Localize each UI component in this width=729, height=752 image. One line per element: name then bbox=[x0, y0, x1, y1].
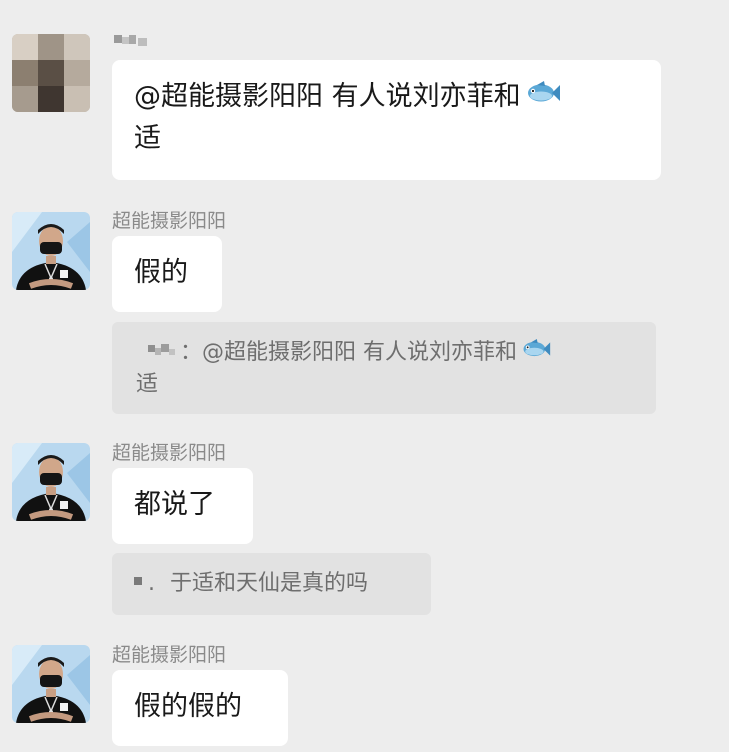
avatar-user[interactable] bbox=[12, 212, 90, 290]
message-bubble[interactable]: 假的 bbox=[112, 236, 222, 312]
avatar-user[interactable] bbox=[12, 443, 90, 521]
message-text: 假的 bbox=[134, 257, 188, 288]
sender-name: 超能摄影阳阳 bbox=[112, 210, 227, 232]
avatar-blurred[interactable] bbox=[12, 34, 90, 112]
quoted-message[interactable]: ：@超能摄影阳阳 有人说刘亦菲和 适 bbox=[112, 322, 656, 414]
quote-separator: ： bbox=[180, 340, 203, 365]
sender-name-blurred bbox=[112, 32, 152, 55]
sender-name: 超能摄影阳阳 bbox=[112, 442, 227, 464]
quote-text-line1: @超能摄影阳阳 有人说刘亦菲和 bbox=[202, 340, 518, 365]
message-text-line1: @超能摄影阳阳 有人说刘亦菲和 bbox=[134, 81, 521, 112]
message-bubble[interactable]: @超能摄影阳阳 有人说刘亦菲和 适 bbox=[112, 60, 661, 180]
blurred-name-icon bbox=[136, 338, 180, 369]
sender-name: 超能摄影阳阳 bbox=[112, 644, 227, 666]
fish-emoji-icon bbox=[525, 77, 561, 118]
quote-separator: . bbox=[148, 571, 155, 596]
avatar-user[interactable] bbox=[12, 645, 90, 723]
message-bubble[interactable]: 都说了 bbox=[112, 468, 253, 544]
quote-text: 于适和天仙是真的吗 bbox=[170, 571, 369, 596]
blurred-name-icon bbox=[112, 32, 152, 55]
message-text-line2: 适 bbox=[134, 123, 161, 154]
message-bubble[interactable]: 假的假的 bbox=[112, 670, 288, 746]
quoted-message[interactable]: . 于适和天仙是真的吗 bbox=[112, 553, 431, 615]
message-text: 假的假的 bbox=[134, 691, 242, 722]
blurred-name-icon bbox=[128, 569, 148, 600]
message-text: 都说了 bbox=[134, 489, 215, 520]
quote-text-line2: 适 bbox=[136, 371, 159, 397]
fish-emoji-icon bbox=[521, 338, 551, 369]
